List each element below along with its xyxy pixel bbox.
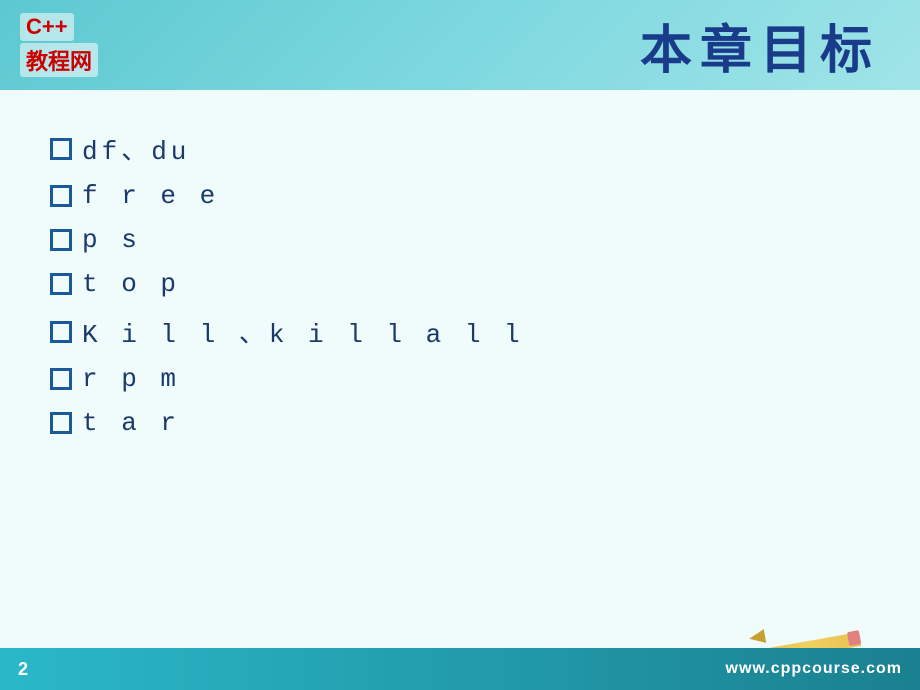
pencil-eraser [847, 630, 861, 646]
pencil-tip [748, 629, 766, 646]
page-number: 2 [18, 659, 28, 680]
checkbox-icon [50, 273, 72, 295]
checkbox-icon [50, 321, 72, 343]
checkbox-icon [50, 412, 72, 434]
logo-text: 教程网 [20, 43, 98, 77]
logo: C++ 教程网 [20, 13, 98, 77]
logo-cpp: C++ [20, 13, 74, 41]
bottom-bar: 2 www.cppcourse.com [0, 648, 920, 690]
checklist: df、du f r e e p s t o p K i l l 、k i l l… [50, 130, 870, 438]
list-item: f r e e [50, 181, 870, 211]
pencil-decoration [740, 622, 860, 646]
item-label: K i l l 、k i l l a l l [82, 313, 524, 350]
item-label: f r e e [82, 181, 219, 211]
list-item: t o p [50, 269, 870, 299]
website-url: www.cppcourse.com [726, 660, 902, 678]
list-item: r p m [50, 364, 870, 394]
checkbox-icon [50, 138, 72, 160]
list-item: K i l l 、k i l l a l l [50, 313, 870, 350]
checkbox-icon [50, 185, 72, 207]
checkbox-icon [50, 229, 72, 251]
item-label: r p m [82, 364, 180, 394]
item-label: t o p [82, 269, 180, 299]
item-label: p s [82, 225, 141, 255]
main-content: df、du f r e e p s t o p K i l l 、k i l l… [0, 90, 920, 648]
list-item: p s [50, 225, 870, 255]
top-bar: C++ 教程网 本章目标 [0, 0, 920, 90]
chapter-title: 本章目标 [640, 8, 900, 83]
item-label: t a r [82, 408, 180, 438]
list-item: t a r [50, 408, 870, 438]
item-label: df、du [82, 130, 190, 167]
list-item: df、du [50, 130, 870, 167]
checkbox-icon [50, 368, 72, 390]
